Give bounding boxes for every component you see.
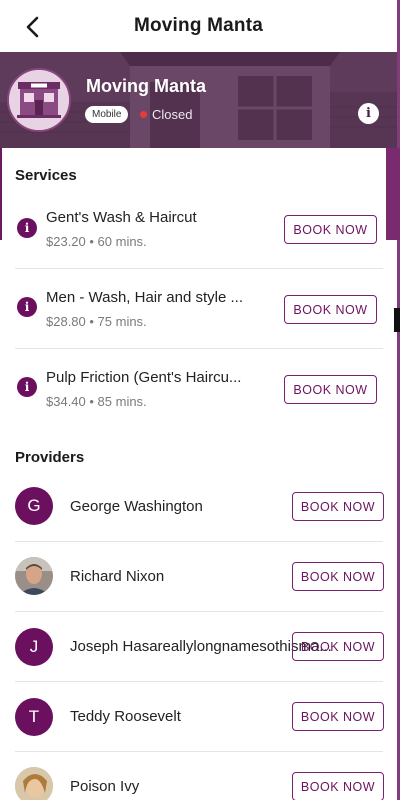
service-row[interactable]: i Gent's Wash & Haircut $23.20 • 60 mins… (0, 188, 397, 268)
service-name: Gent's Wash & Haircut (46, 209, 197, 226)
divider (15, 611, 383, 612)
service-price-duration: $34.40 • 85 mins. (46, 394, 147, 409)
service-row[interactable]: i Men - Wash, Hair and style ... $28.80 … (0, 268, 397, 348)
shop-info-icon[interactable]: i (358, 103, 379, 124)
shop-avatar (7, 68, 71, 132)
provider-avatar-photo (15, 767, 53, 800)
person-photo-icon (15, 557, 53, 595)
book-now-button[interactable]: BOOK NOW (292, 632, 384, 661)
app-screen: Moving Manta Moving Manta Mobile Closed … (0, 0, 400, 800)
info-icon[interactable]: i (17, 218, 37, 238)
providers-heading: Providers (15, 449, 85, 466)
divider (15, 751, 383, 752)
provider-avatar-photo (15, 557, 53, 595)
provider-avatar: T (15, 698, 53, 736)
shop-name: Moving Manta (86, 76, 206, 96)
provider-name: Poison Ivy (70, 778, 140, 795)
divider (15, 681, 383, 682)
storefront-icon (9, 70, 69, 130)
service-price-duration: $23.20 • 60 mins. (46, 234, 147, 249)
service-name: Pulp Friction (Gent's Haircu... (46, 369, 242, 386)
book-now-button[interactable]: BOOK NOW (292, 772, 384, 800)
info-icon[interactable]: i (17, 377, 37, 397)
services-heading: Services (15, 167, 77, 184)
divider (15, 541, 383, 542)
status-dot-icon (140, 111, 147, 118)
service-price-duration: $28.80 • 75 mins. (46, 314, 147, 329)
book-now-button[interactable]: BOOK NOW (292, 492, 384, 521)
book-now-button[interactable]: BOOK NOW (292, 562, 384, 591)
page-title: Moving Manta (133, 15, 264, 36)
person-photo-icon (15, 767, 53, 800)
mobile-badge: Mobile (85, 106, 129, 123)
book-now-button[interactable]: BOOK NOW (284, 215, 377, 244)
info-icon[interactable]: i (17, 297, 37, 317)
provider-avatar: G (15, 487, 53, 525)
open-status: Closed (140, 106, 192, 123)
provider-name: George Washington (70, 498, 203, 515)
provider-avatar: J (15, 628, 53, 666)
back-button[interactable] (18, 12, 48, 42)
status-label: Closed (152, 107, 193, 122)
top-app-bar: Moving Manta (0, 0, 397, 52)
book-now-button[interactable]: BOOK NOW (292, 702, 384, 731)
book-now-button[interactable]: BOOK NOW (284, 375, 377, 404)
provider-name: Teddy Roosevelt (70, 708, 181, 725)
book-now-button[interactable]: BOOK NOW (284, 295, 377, 324)
shop-banner: Moving Manta Mobile Closed (0, 52, 397, 148)
service-name: Men - Wash, Hair and style ... (46, 289, 244, 306)
service-row[interactable]: i Pulp Friction (Gent's Haircu... $34.40… (0, 348, 397, 428)
arrow-left-icon (26, 16, 39, 38)
provider-name: Richard Nixon (70, 568, 165, 585)
